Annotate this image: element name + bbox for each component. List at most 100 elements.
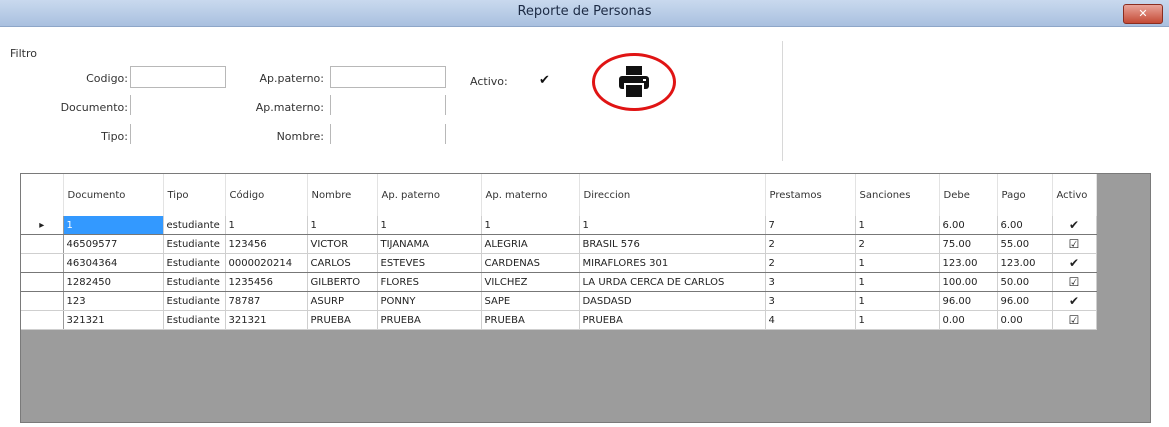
table-cell[interactable]: estudiante xyxy=(163,216,226,235)
table-cell[interactable]: Estudiante xyxy=(163,310,226,330)
column-header[interactable]: Pago xyxy=(997,174,1053,216)
close-button[interactable]: ✕ xyxy=(1123,4,1163,24)
table-cell[interactable]: 1 xyxy=(307,216,378,235)
table-cell[interactable]: PRUEBA xyxy=(377,310,482,330)
table-cell[interactable]: 1235456 xyxy=(225,272,308,292)
table-cell[interactable]: 123456 xyxy=(225,234,308,254)
table-cell[interactable]: 75.00 xyxy=(939,234,998,254)
table-cell[interactable]: 0.00 xyxy=(939,310,998,330)
table-cell[interactable]: Estudiante xyxy=(163,291,226,311)
activo-cell-checkbox[interactable]: ✔ xyxy=(1052,253,1097,273)
table-cell[interactable]: ASURP xyxy=(307,291,378,311)
activo-cell-checkbox[interactable]: ☑ xyxy=(1052,272,1097,292)
column-header[interactable]: Nombre xyxy=(307,174,378,216)
table-cell[interactable]: VILCHEZ xyxy=(481,272,580,292)
table-cell[interactable]: Estudiante xyxy=(163,234,226,254)
table-cell[interactable]: BRASIL 576 xyxy=(579,234,766,254)
table-cell[interactable]: 1 xyxy=(855,310,940,330)
row-indicator[interactable]: ▸ xyxy=(21,216,64,235)
table-cell[interactable]: 55.00 xyxy=(997,234,1053,254)
table-cell[interactable]: 1 xyxy=(481,216,580,235)
table-row[interactable]: 46304364 Estudiante 0000020214 CARLOS ESTEVE… xyxy=(21,253,1097,273)
table-cell[interactable]: 123.00 xyxy=(997,253,1053,273)
table-cell[interactable]: 78787 xyxy=(225,291,308,311)
ap-paterno-input[interactable] xyxy=(330,66,446,88)
tipo-input[interactable] xyxy=(130,124,225,144)
table-cell[interactable]: 1 xyxy=(855,291,940,311)
nombre-input[interactable] xyxy=(330,124,446,144)
table-cell[interactable]: DASDASD xyxy=(579,291,766,311)
table-cell[interactable]: 2 xyxy=(855,234,940,254)
table-cell[interactable]: 1 xyxy=(855,253,940,273)
column-header[interactable]: Direccion xyxy=(579,174,766,216)
activo-cell-checkbox[interactable]: ✔ xyxy=(1052,216,1097,235)
table-cell[interactable]: 123.00 xyxy=(939,253,998,273)
table-cell[interactable]: 50.00 xyxy=(997,272,1053,292)
codigo-input[interactable] xyxy=(130,66,226,88)
table-cell[interactable]: 7 xyxy=(765,216,856,235)
table-cell[interactable]: PRUEBA xyxy=(579,310,766,330)
table-cell[interactable]: 4 xyxy=(765,310,856,330)
table-cell[interactable]: CARLOS xyxy=(307,253,378,273)
column-header[interactable]: Activo xyxy=(1052,174,1097,216)
activo-cell-checkbox[interactable]: ✔ xyxy=(1052,291,1097,311)
table-cell[interactable]: 2 xyxy=(765,234,856,254)
table-cell[interactable]: 46304364 xyxy=(63,253,164,273)
table-cell[interactable]: ALEGRIA xyxy=(481,234,580,254)
row-indicator[interactable] xyxy=(21,234,64,254)
table-cell[interactable]: 1 xyxy=(579,216,766,235)
table-cell[interactable]: Estudiante xyxy=(163,253,226,273)
row-indicator[interactable] xyxy=(21,253,64,273)
table-row[interactable]: 321321 Estudiante 321321 PRUEBA PRUEBA PRUEBA… xyxy=(21,310,1097,330)
table-row[interactable]: ▸ 1 estudiante 1 1 1 1 1 7 1 6.00 6.00 ✔ xyxy=(21,216,1097,235)
table-cell[interactable]: 3 xyxy=(765,291,856,311)
table-cell[interactable]: SAPE xyxy=(481,291,580,311)
table-cell[interactable]: 46509577 xyxy=(63,234,164,254)
table-cell[interactable]: 2 xyxy=(765,253,856,273)
table-cell[interactable]: PRUEBA xyxy=(307,310,378,330)
table-cell[interactable]: 321321 xyxy=(63,310,164,330)
table-cell[interactable]: Estudiante xyxy=(163,272,226,292)
table-cell[interactable]: CARDENAS xyxy=(481,253,580,273)
column-header[interactable]: Sanciones xyxy=(855,174,940,216)
personas-grid[interactable]: Documento Tipo Código Nombre Ap. paterno… xyxy=(20,173,1151,423)
column-header[interactable]: Ap. materno xyxy=(481,174,580,216)
column-header[interactable]: Código xyxy=(225,174,308,216)
column-header[interactable]: Debe xyxy=(939,174,998,216)
table-cell[interactable]: 0.00 xyxy=(997,310,1053,330)
table-cell[interactable]: 1 xyxy=(855,272,940,292)
documento-input[interactable] xyxy=(130,95,225,115)
activo-checkbox[interactable]: ✔ xyxy=(539,73,550,88)
table-cell[interactable]: 96.00 xyxy=(997,291,1053,311)
column-header[interactable]: Tipo xyxy=(163,174,226,216)
table-cell[interactable]: ESTEVES xyxy=(377,253,482,273)
table-cell[interactable]: GILBERTO xyxy=(307,272,378,292)
table-cell[interactable]: VICTOR xyxy=(307,234,378,254)
table-cell[interactable]: MIRAFLORES 301 xyxy=(579,253,766,273)
row-indicator[interactable] xyxy=(21,291,64,311)
column-header[interactable]: Documento xyxy=(63,174,164,216)
table-cell[interactable]: 1 xyxy=(63,216,164,235)
table-cell[interactable]: 321321 xyxy=(225,310,308,330)
table-cell[interactable]: 1 xyxy=(855,216,940,235)
print-button[interactable] xyxy=(592,53,676,111)
table-cell[interactable]: 6.00 xyxy=(997,216,1053,235)
table-cell[interactable]: 1 xyxy=(225,216,308,235)
table-cell[interactable]: 123 xyxy=(63,291,164,311)
table-row[interactable]: 123 Estudiante 78787 ASURP PONNY SAPE DASDASD 3… xyxy=(21,291,1097,311)
ap-materno-input[interactable] xyxy=(330,95,446,115)
table-cell[interactable]: 1 xyxy=(377,216,482,235)
table-row[interactable]: 1282450 Estudiante 1235456 GILBERTO FLORES VI… xyxy=(21,272,1097,292)
row-indicator[interactable] xyxy=(21,310,64,330)
activo-cell-checkbox[interactable]: ☑ xyxy=(1052,310,1097,330)
table-cell[interactable]: LA URDA CERCA DE CARLOS xyxy=(579,272,766,292)
table-cell[interactable]: 3 xyxy=(765,272,856,292)
table-row[interactable]: 46509577 Estudiante 123456 VICTOR TIJANAMA AL… xyxy=(21,234,1097,254)
table-cell[interactable]: 0000020214 xyxy=(225,253,308,273)
table-cell[interactable]: 100.00 xyxy=(939,272,998,292)
column-header[interactable]: Ap. paterno xyxy=(377,174,482,216)
table-cell[interactable]: 96.00 xyxy=(939,291,998,311)
table-cell[interactable]: 6.00 xyxy=(939,216,998,235)
column-header[interactable]: Prestamos xyxy=(765,174,856,216)
table-cell[interactable]: TIJANAMA xyxy=(377,234,482,254)
